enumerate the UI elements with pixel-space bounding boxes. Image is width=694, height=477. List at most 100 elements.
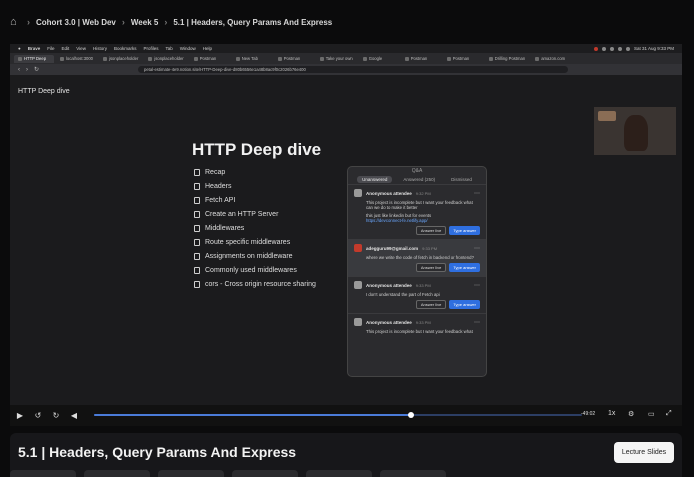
menu-item: View [76, 46, 86, 51]
browser-tab[interactable]: Google [359, 55, 399, 63]
apple-icon: ● [18, 46, 21, 51]
page-icon [194, 266, 200, 274]
menu-item: Help [202, 46, 213, 51]
answer-live-button[interactable]: Answer live [415, 226, 447, 235]
progress-fill [94, 414, 412, 416]
topic-item[interactable]: Headers [194, 179, 316, 193]
type-answer-button[interactable]: Type answer [449, 263, 480, 272]
browser-tab-label: HTTP Deep [24, 56, 47, 61]
lecture-tab[interactable] [158, 470, 224, 477]
qa-panel: Q&A Unanswered Answered (250) Dismissed … [347, 166, 487, 377]
type-answer-button[interactable]: Type answer [449, 226, 480, 235]
menu-item: File [47, 46, 55, 51]
topic-item[interactable]: Route specific middlewares [194, 235, 316, 249]
slide-content: HTTP Deep dive HTTP Deep dive Recap Heade… [10, 75, 682, 405]
question-time: 9:32 PM [415, 190, 431, 196]
browser-tab[interactable]: Drilling Postman [485, 55, 530, 63]
captions-icon[interactable]: ▭ [648, 410, 655, 418]
lecture-tab[interactable] [10, 470, 76, 477]
topic-item[interactable]: Commonly used middlewares [194, 263, 316, 277]
browser-tab-label: Postman [410, 56, 428, 61]
browser-tab[interactable]: Postman [443, 55, 483, 63]
forward-icon[interactable]: ↻ [51, 411, 61, 421]
favicon-icon [404, 56, 409, 61]
breadcrumb-item-lecture: 5.1 | Headers, Query Params And Express [173, 17, 333, 27]
question-item: adegguru99@gmail.com 9:33 PM ⋯ where we wri… [348, 239, 486, 276]
topic-label: Commonly used middlewares [205, 266, 297, 274]
browser-tab[interactable]: jsonplaceholder [144, 55, 187, 63]
answer-live-button[interactable]: Answer live [415, 263, 447, 272]
reload-icon[interactable]: ↻ [34, 66, 39, 73]
settings-icon[interactable]: ⚙ [628, 410, 634, 418]
volume-icon[interactable]: ◀ [69, 411, 79, 421]
browser-tab[interactable]: Postman [401, 55, 441, 63]
tab-dismissed[interactable]: Dismissed [446, 176, 477, 183]
breadcrumb-item-week[interactable]: Week 5 [131, 18, 158, 27]
topic-item[interactable]: Assignments on middleware [194, 249, 316, 263]
lecture-slides-button[interactable]: Lecture Slides [614, 442, 674, 463]
question-header: adegguru99@gmail.com 9:33 PM ⋯ [354, 244, 480, 252]
topic-label: Create an HTTP Server [205, 210, 279, 218]
topic-item[interactable]: Create an HTTP Server [194, 207, 316, 221]
question-author: Anonymous attendee [366, 190, 412, 196]
progress-bar[interactable] [94, 412, 582, 418]
topic-item[interactable]: Fetch API [194, 193, 316, 207]
question-actions: Answer live Type answer [354, 263, 480, 272]
play-icon[interactable]: ▶ [15, 411, 25, 421]
browser-tab[interactable]: New Tab [232, 55, 272, 63]
fullscreen-icon[interactable]: ⤢ [666, 410, 672, 418]
answer-live-button[interactable]: Answer live [415, 300, 447, 309]
page-tab-title: HTTP Deep dive [18, 88, 70, 95]
breadcrumb: ⌂ › Cohort 3.0 | Web Dev › Week 5 › 5.1 … [0, 0, 694, 44]
question-item: Anonymous attendee 9:32 PM ⋯ This project i… [348, 184, 486, 239]
browser-tab[interactable]: HTTP Deep [14, 54, 54, 63]
favicon-icon [319, 56, 324, 61]
topic-item[interactable]: Recap [194, 165, 316, 179]
browser-tab[interactable]: amazon.com [531, 55, 571, 63]
forward-icon[interactable]: › [26, 67, 28, 73]
more-icon[interactable]: ⋯ [474, 245, 480, 252]
question-link[interactable]: https://devconnect-fe.netlify.app/ [366, 218, 480, 223]
favicon-icon [535, 56, 540, 61]
status-icon [601, 46, 606, 51]
lecture-tab[interactable] [232, 470, 298, 477]
question-actions: Answer live Type answer [354, 226, 480, 235]
url-input[interactable] [138, 66, 568, 73]
question-item: Anonymous attendee 9:33 PM ⋯ I don't unders… [348, 276, 486, 313]
browser-tab-label: Google [368, 56, 383, 61]
question-header: Anonymous attendee 9:32 PM ⋯ [354, 189, 480, 197]
browser-tab-label: jsonplaceholder [154, 56, 184, 61]
browser-tab[interactable]: Postman [274, 55, 314, 63]
topic-item[interactable]: cors - Cross origin resource sharing [194, 277, 316, 291]
more-icon[interactable]: ⋯ [474, 282, 480, 289]
progress-handle[interactable] [408, 412, 415, 418]
browser-tab-label: New Tab [241, 56, 258, 61]
question-time: 9:33 PM [415, 282, 431, 288]
browser-tab[interactable]: localhost:3000 [56, 55, 97, 63]
browser-tab-label: Drilling Postman [494, 56, 526, 61]
breadcrumb-item-cohort[interactable]: Cohort 3.0 | Web Dev [36, 18, 116, 27]
more-icon[interactable]: ⋯ [474, 319, 480, 326]
menu-item: History [92, 46, 107, 51]
browser-tab[interactable]: Postman [190, 55, 230, 63]
speed-icon[interactable]: 1x [608, 410, 615, 417]
webcam-presenter [624, 115, 648, 151]
video-player[interactable]: ● Brave File Edit View History Bookmarks… [10, 44, 682, 426]
lecture-tab[interactable] [380, 470, 446, 477]
tab-answered[interactable]: Answered (250) [398, 176, 440, 183]
type-answer-button[interactable]: Type answer [449, 300, 480, 309]
qa-tabs: Unanswered Answered (250) Dismissed [348, 175, 486, 184]
back-icon[interactable]: ‹ [18, 67, 20, 73]
page-icon [194, 196, 200, 204]
rewind-icon[interactable]: ↺ [33, 411, 43, 421]
lecture-tab[interactable] [84, 470, 150, 477]
browser-tab-label: Postman [283, 56, 301, 61]
lecture-tab[interactable] [306, 470, 372, 477]
tab-unanswered[interactable]: Unanswered [357, 176, 393, 183]
browser-tab[interactable]: jsonplaceholder [99, 55, 142, 63]
browser-tab[interactable]: Take your own [316, 55, 357, 63]
home-icon[interactable]: ⌂ [10, 16, 21, 28]
more-icon[interactable]: ⋯ [474, 190, 480, 197]
qa-title: Q&A [411, 168, 423, 174]
topic-item[interactable]: Middlewares [194, 221, 316, 235]
